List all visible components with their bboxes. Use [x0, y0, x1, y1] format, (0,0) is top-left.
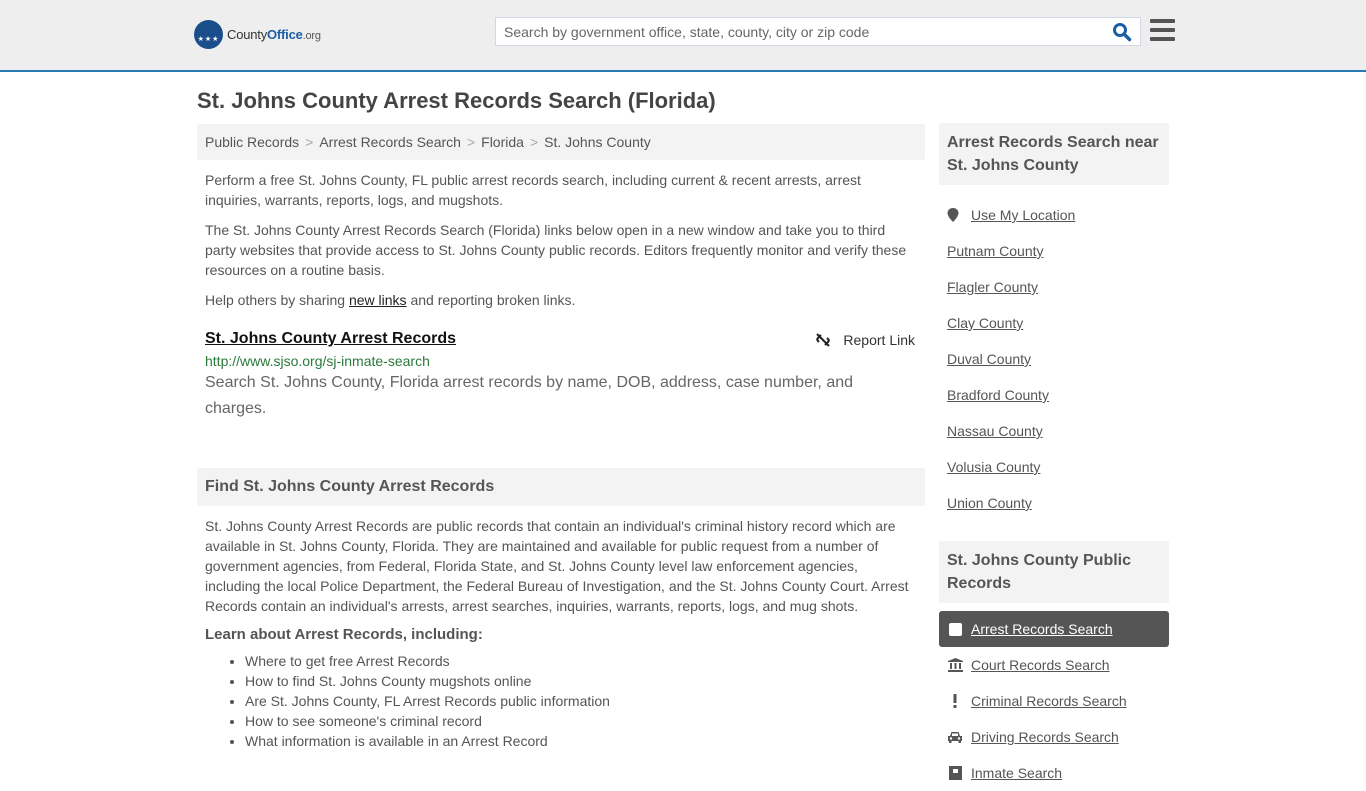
find-section-body: St. Johns County Arrest Records are publ…	[205, 518, 909, 614]
nearby-county-item[interactable]: Duval County	[947, 341, 1161, 377]
nearby-county-item[interactable]: Nassau County	[947, 413, 1161, 449]
sidebar-item-label[interactable]: Driving Records Search	[971, 729, 1119, 745]
sidebar-item-label[interactable]: Inmate Search	[971, 765, 1062, 781]
sidebar-item-arrest-records[interactable]: Arrest Records Search	[939, 611, 1169, 647]
intro-paragraph-1: Perform a free St. Johns County, FL publ…	[205, 172, 861, 208]
logo-text: CountyOffice.org	[227, 27, 321, 42]
car-icon	[947, 731, 963, 743]
main-content: Public Records > Arrest Records Search > Flo…	[197, 124, 925, 751]
breadcrumb-separator: >	[305, 134, 314, 150]
list-item: Where to get free Arrest Records	[245, 651, 925, 671]
eagle-logo-icon: ★★★	[194, 20, 223, 49]
report-link-label: Report Link	[843, 332, 915, 348]
sidebar-item-label[interactable]: Arrest Records Search	[971, 621, 1113, 637]
sidebar-item-label[interactable]: Criminal Records Search	[971, 693, 1127, 709]
breadcrumb-separator: >	[529, 134, 539, 150]
breadcrumb-public-records[interactable]: Public Records	[205, 134, 299, 150]
list-item: Are St. Johns County, FL Arrest Records …	[245, 691, 925, 711]
breadcrumb-current: St. Johns County	[544, 134, 651, 150]
nearby-county-item[interactable]: Flagler County	[947, 269, 1161, 305]
intro-text: Help others by sharing	[205, 292, 349, 308]
nearby-county-link[interactable]: Bradford County	[947, 387, 1049, 403]
find-section-heading: Find St. Johns County Arrest Records	[197, 468, 925, 506]
sidebar-item-inmate-search[interactable]: Inmate Search	[939, 755, 1169, 791]
sidebar-item-driving-records[interactable]: Driving Records Search	[939, 719, 1169, 755]
search-box	[495, 17, 1141, 46]
sidebar-item-criminal-records[interactable]: Criminal Records Search	[939, 683, 1169, 719]
site-logo[interactable]: ★★★ CountyOffice.org	[194, 20, 321, 49]
result-item: St. Johns County Arrest Records Report L…	[197, 330, 925, 422]
nearby-county-item[interactable]: Union County	[947, 485, 1161, 521]
use-my-location[interactable]: Use My Location	[947, 197, 1161, 233]
report-link-button[interactable]: Report Link	[815, 332, 915, 348]
logo-text-org: .org	[302, 30, 321, 42]
nearby-county-item[interactable]: Volusia County	[947, 449, 1161, 485]
nearby-county-link[interactable]: Union County	[947, 495, 1032, 511]
list-item: How to see someone's criminal record	[245, 711, 925, 731]
site-header: ★★★ CountyOffice.org	[0, 0, 1366, 72]
inmate-icon	[947, 766, 963, 780]
breadcrumb: Public Records > Arrest Records Search > Flo…	[197, 124, 925, 160]
logo-text-county: County	[227, 27, 267, 42]
intro-paragraph-3: Help others by sharing new links and rep…	[197, 290, 925, 310]
breadcrumb-arrest-records-search[interactable]: Arrest Records Search	[319, 134, 461, 150]
nearby-list: Use My Location Putnam County Flagler Co…	[939, 197, 1169, 521]
nearby-county-link[interactable]: Putnam County	[947, 243, 1044, 259]
result-url: http://www.sjso.org/sj-inmate-search	[205, 353, 430, 369]
broken-link-icon	[816, 333, 831, 347]
intro-text: and reporting broken links.	[406, 292, 576, 308]
breadcrumb-separator: >	[466, 134, 476, 150]
nearby-county-link[interactable]: Duval County	[947, 351, 1031, 367]
use-my-location-link[interactable]: Use My Location	[971, 207, 1075, 223]
nearby-county-link[interactable]: Nassau County	[947, 423, 1043, 439]
exclamation-icon	[947, 694, 963, 708]
nearby-county-item[interactable]: Clay County	[947, 305, 1161, 341]
courthouse-icon	[947, 658, 963, 672]
learn-list: Where to get free Arrest Records How to …	[197, 651, 925, 751]
learn-heading: Learn about Arrest Records, including:	[205, 626, 483, 643]
search-input[interactable]	[496, 18, 1096, 45]
nearby-heading: Arrest Records Search near St. Johns Cou…	[939, 123, 1169, 185]
result-title-link[interactable]: St. Johns County Arrest Records	[205, 330, 456, 348]
list-item: How to find St. Johns County mugshots on…	[245, 671, 925, 691]
result-description: Search St. Johns County, Florida arrest …	[205, 374, 854, 417]
public-records-heading: St. Johns County Public Records	[939, 541, 1169, 603]
public-records-list: Arrest Records Search Court Records Sear…	[939, 611, 1169, 791]
intro-paragraph-2: The St. Johns County Arrest Records Sear…	[205, 222, 907, 278]
nearby-county-item[interactable]: Bradford County	[947, 377, 1161, 413]
nearby-county-item[interactable]: Putnam County	[947, 233, 1161, 269]
list-item: What information is available in an Arre…	[245, 731, 925, 751]
map-marker-icon	[947, 208, 959, 222]
sidebar-item-label[interactable]: Court Records Search	[971, 657, 1110, 673]
new-links-link[interactable]: new links	[349, 292, 407, 308]
nearby-county-link[interactable]: Clay County	[947, 315, 1023, 331]
sidebar-item-court-records[interactable]: Court Records Search	[939, 647, 1169, 683]
logo-text-office: Office	[267, 27, 303, 42]
search-icon[interactable]	[1112, 22, 1132, 42]
square-icon	[947, 622, 963, 636]
hamburger-menu-icon[interactable]	[1150, 19, 1175, 41]
sidebar: Arrest Records Search near St. Johns Cou…	[939, 123, 1169, 791]
public-records-block: St. Johns County Public Records Arrest R…	[939, 541, 1169, 791]
page-title: St. Johns County Arrest Records Search (…	[197, 88, 716, 113]
nearby-county-link[interactable]: Flagler County	[947, 279, 1038, 295]
nearby-county-link[interactable]: Volusia County	[947, 459, 1040, 475]
breadcrumb-florida[interactable]: Florida	[481, 134, 524, 150]
